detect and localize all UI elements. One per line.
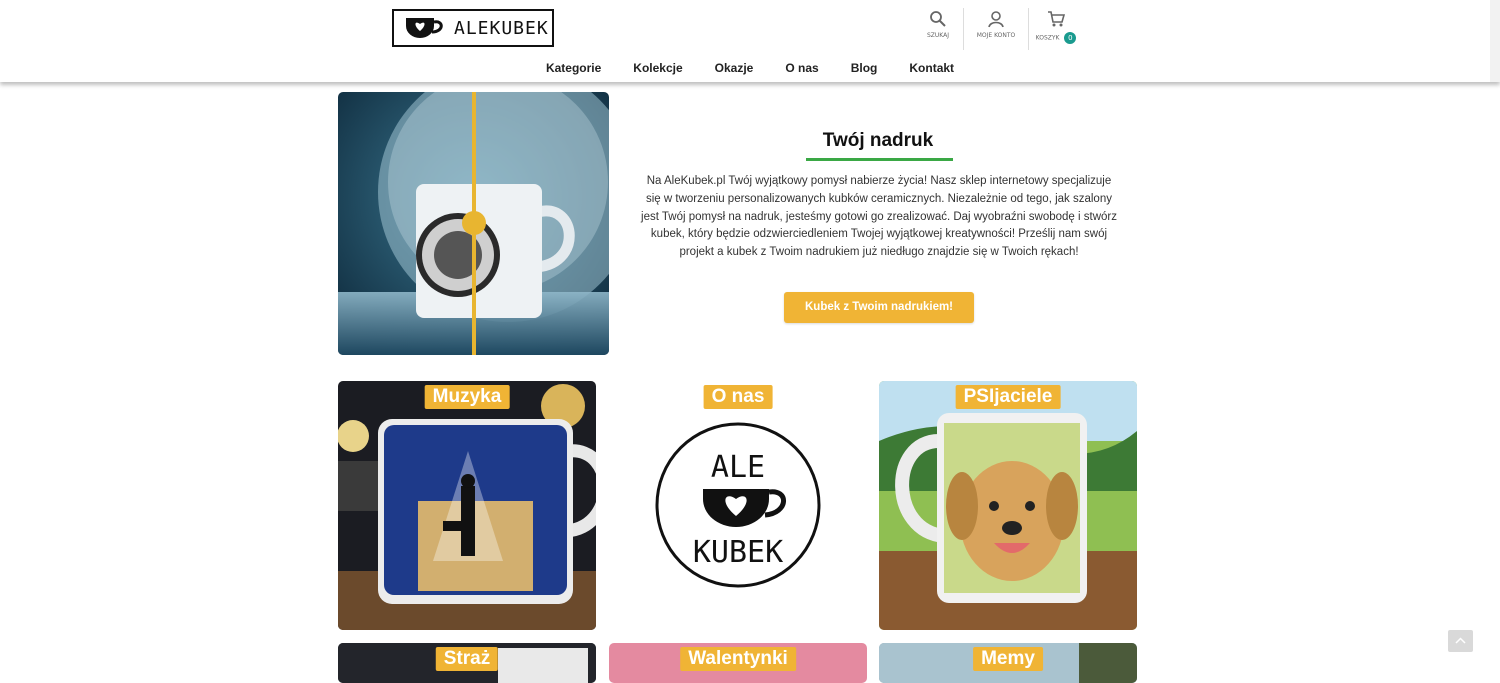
nav-item-kontakt[interactable]: Kontakt xyxy=(909,61,954,75)
search-icon xyxy=(930,11,946,27)
cup-heart-icon xyxy=(406,18,443,38)
main-nav: Kategorie Kolekcje Okazje O nas Blog Kon… xyxy=(0,61,1500,75)
cart-count-badge: 0 xyxy=(1064,32,1077,44)
site-logo[interactable]: ALEKUBEK xyxy=(392,9,554,47)
back-to-top-button[interactable] xyxy=(1448,630,1473,652)
category-tile-muzyka[interactable]: Muzyka xyxy=(338,381,596,630)
tile-label-o-nas: O nas xyxy=(703,385,773,409)
category-tile-straz[interactable]: Straż xyxy=(338,643,596,683)
tile-label-straz: Straż xyxy=(435,647,499,671)
site-header: ALEKUBEK SZUKAJ MOJE KONTO KOSZYK 0 Kate… xyxy=(0,0,1500,82)
hero-title: Twój nadruk xyxy=(822,130,934,151)
cart-icon xyxy=(1048,11,1065,27)
divider xyxy=(963,8,964,50)
category-tile-psijaciele[interactable]: PSIjaciele xyxy=(879,381,1137,630)
tile-label-walentynki: Walentynki xyxy=(680,647,796,671)
nav-item-kategorie[interactable]: Kategorie xyxy=(546,61,601,75)
hero-description: Na AleKubek.pl Twój wyjątkowy pomysł nab… xyxy=(641,175,1117,259)
account-button[interactable]: MOJE KONTO xyxy=(966,10,1026,39)
title-underline xyxy=(806,158,953,161)
custom-print-button[interactable]: Kubek z Twoim nadrukiem! xyxy=(784,292,974,323)
tile-label-memy: Memy xyxy=(973,647,1043,671)
nav-item-o-nas[interactable]: O nas xyxy=(785,61,818,75)
account-label: MOJE KONTO xyxy=(976,32,1016,39)
logo-text: ALEKUBEK xyxy=(454,17,549,39)
category-tile-walentynki[interactable]: Walentynki xyxy=(609,643,867,683)
scrollbar[interactable] xyxy=(1490,0,1500,82)
category-tile-memy[interactable]: Memy xyxy=(879,643,1137,683)
nav-item-kolekcje[interactable]: Kolekcje xyxy=(633,61,682,75)
round-logo-line2: KUBEK xyxy=(693,535,783,570)
nav-item-blog[interactable]: Blog xyxy=(851,61,878,75)
cart-button[interactable]: KOSZYK 0 xyxy=(1026,10,1086,44)
tile-label-muzyka: Muzyka xyxy=(424,385,510,409)
chevron-up-icon xyxy=(1455,637,1466,644)
hero-mug-image[interactable] xyxy=(338,92,609,355)
tile-label-psijaciele: PSIjaciele xyxy=(955,385,1061,409)
music-mug-image xyxy=(338,381,596,630)
mug-before-after-image xyxy=(338,92,609,355)
round-logo-line1: ALE xyxy=(711,450,765,485)
cart-label: KOSZYK xyxy=(1035,34,1060,42)
alekubek-round-logo: ALE KUBEK xyxy=(655,422,821,588)
user-icon xyxy=(988,11,1004,28)
nav-item-okazje[interactable]: Okazje xyxy=(715,61,754,75)
search-button[interactable]: SZUKAJ xyxy=(908,10,968,39)
search-label: SZUKAJ xyxy=(926,32,949,39)
category-tile-o-nas[interactable]: O nas ALE KUBEK xyxy=(609,381,867,630)
dog-mug-image xyxy=(879,381,1137,630)
